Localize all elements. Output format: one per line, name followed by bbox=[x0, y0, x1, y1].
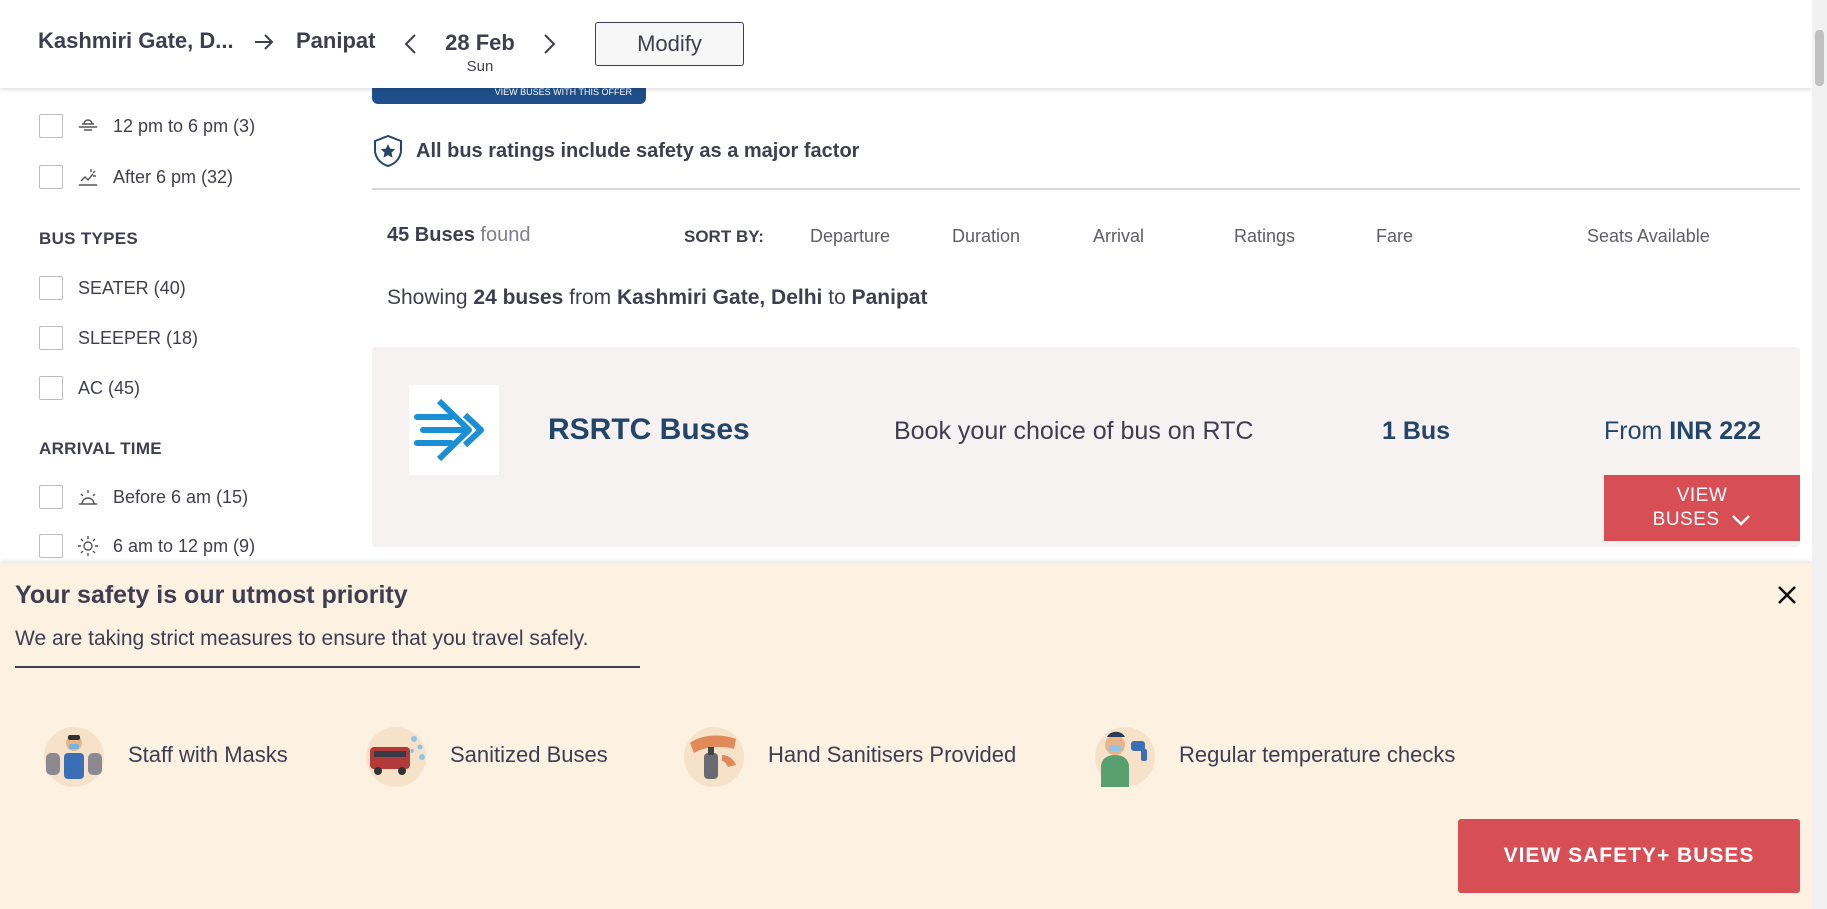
weekday-label: Sun bbox=[466, 58, 494, 75]
panel-underline bbox=[15, 666, 640, 668]
filter-arrival-6-12[interactable]: 6 am to 12 pm (9) bbox=[39, 533, 255, 559]
checkbox[interactable] bbox=[39, 114, 63, 138]
temperature-check-icon bbox=[1095, 727, 1155, 787]
from-word: From bbox=[1604, 417, 1663, 445]
page-scrollbar[interactable] bbox=[1812, 0, 1827, 909]
divider bbox=[372, 188, 1800, 190]
feature-label: Regular temperature checks bbox=[1179, 742, 1456, 767]
sort-fare[interactable]: Fare bbox=[1376, 226, 1413, 247]
view-safety-plus-buses-button[interactable]: VIEW SAFETY+ BUSES bbox=[1458, 819, 1800, 893]
feature-sanitized-buses: Sanitized Buses bbox=[364, 723, 608, 787]
showing-destination: Panipat bbox=[851, 286, 928, 309]
filter-arrival-before-6[interactable]: Before 6 am (15) bbox=[39, 484, 248, 510]
sort-seats-available[interactable]: Seats Available bbox=[1587, 226, 1710, 247]
filter-bus-type-ac[interactable]: AC (45) bbox=[39, 375, 140, 401]
filter-label: SLEEPER (18) bbox=[78, 327, 199, 348]
filter-departure-after-6[interactable]: After 6 pm (32) bbox=[39, 164, 233, 190]
showing-count: 24 buses bbox=[473, 286, 564, 309]
filter-label: AC (45) bbox=[78, 377, 141, 398]
sunrise-icon bbox=[79, 490, 97, 505]
sanitized-bus-icon bbox=[366, 727, 426, 787]
feature-hand-sanitisers: Hand Sanitisers Provided bbox=[682, 723, 1016, 787]
date-label: 28 Feb bbox=[445, 30, 515, 55]
sort-by-label: SORT BY: bbox=[684, 227, 764, 246]
showing-origin: Kashmiri Gate, Delhi bbox=[616, 286, 823, 309]
feature-label: Staff with Masks bbox=[128, 742, 288, 767]
safety-rating-note: All bus ratings include safety as a majo… bbox=[372, 134, 859, 168]
operator-name: RSRTC Buses bbox=[548, 413, 750, 446]
bus-types-heading: BUS TYPES bbox=[39, 229, 139, 248]
buses-found: 45 Buses found bbox=[387, 224, 530, 247]
hand-sanitiser-icon bbox=[684, 727, 744, 787]
chevron-down-icon bbox=[1732, 515, 1751, 526]
staff-mask-icon bbox=[44, 727, 104, 787]
arrow-right-icon bbox=[255, 34, 274, 50]
showing-from-word: from bbox=[569, 286, 612, 309]
scrollbar-thumb[interactable] bbox=[1815, 30, 1824, 86]
filter-label: After 6 pm (32) bbox=[113, 166, 234, 187]
safety-priority-panel: Your safety is our utmost priority We ar… bbox=[0, 563, 1812, 909]
destination-city[interactable]: Panipat bbox=[296, 28, 375, 54]
origin-city[interactable]: Kashmiri Gate, D... bbox=[38, 28, 234, 54]
shield-star-icon bbox=[374, 134, 402, 168]
operator-description: Book your choice of bus on RTC bbox=[894, 417, 1254, 445]
view-buses-line2: BUSES bbox=[1652, 509, 1720, 530]
sort-duration[interactable]: Duration bbox=[952, 226, 1020, 247]
filter-label: 12 pm to 6 pm (3) bbox=[113, 115, 256, 136]
filter-bus-type-seater[interactable]: SEATER (40) bbox=[39, 275, 186, 301]
chevron-right-icon[interactable] bbox=[540, 32, 558, 56]
view-buses-button[interactable]: VIEW BUSES bbox=[1604, 475, 1800, 541]
sort-bar: 45 Buses found SORT BY: Departure Durati… bbox=[387, 224, 1800, 250]
filter-bus-type-sleeper[interactable]: SLEEPER (18) bbox=[39, 325, 198, 351]
checkbox[interactable] bbox=[39, 485, 63, 509]
showing-summary: Showing 24 buses from Kashmiri Gate, Del… bbox=[387, 286, 927, 310]
checkbox[interactable] bbox=[39, 276, 63, 300]
sort-arrival[interactable]: Arrival bbox=[1093, 226, 1144, 247]
filter-label: Before 6 am (15) bbox=[113, 486, 249, 507]
view-buses-line1: VIEW bbox=[1676, 485, 1728, 506]
sun-icon bbox=[78, 536, 98, 556]
panel-title: Your safety is our utmost priority bbox=[15, 581, 408, 609]
sort-ratings[interactable]: Ratings bbox=[1234, 226, 1295, 247]
checkbox[interactable] bbox=[39, 534, 63, 558]
view-offer-buses-button[interactable]: VIEW BUSES WITH THIS OFFER bbox=[372, 86, 646, 104]
operator-bus-count: 1 Bus bbox=[1382, 417, 1451, 445]
travel-date[interactable]: 28 Feb Sun bbox=[438, 30, 522, 75]
modify-button[interactable]: Modify bbox=[595, 22, 744, 66]
sun-horizon-icon bbox=[79, 119, 97, 131]
operator-card-rsrtc[interactable]: RSRTC Buses Book your choice of bus on R… bbox=[372, 347, 1800, 547]
rsrtc-logo-icon bbox=[409, 385, 499, 475]
filter-label: SEATER (40) bbox=[78, 277, 186, 298]
filter-departure-12-6[interactable]: 12 pm to 6 pm (3) bbox=[39, 113, 255, 139]
showing-to-word: to bbox=[828, 286, 846, 309]
showing-prefix: Showing bbox=[387, 286, 468, 309]
price-value: INR 222 bbox=[1669, 417, 1761, 445]
found-word: found bbox=[480, 224, 531, 246]
feature-staff-masks: Staff with Masks bbox=[42, 723, 288, 787]
sunset-icon bbox=[79, 169, 97, 186]
panel-subtitle: We are taking strict measures to ensure … bbox=[15, 627, 589, 650]
checkbox[interactable] bbox=[39, 376, 63, 400]
checkbox[interactable] bbox=[39, 326, 63, 350]
chevron-left-icon[interactable] bbox=[402, 32, 420, 56]
buses-count: 45 Buses bbox=[387, 224, 475, 246]
close-icon[interactable] bbox=[1775, 583, 1799, 607]
checkbox[interactable] bbox=[39, 165, 63, 189]
feature-label: Hand Sanitisers Provided bbox=[768, 742, 1017, 767]
arrival-time-heading: ARRIVAL TIME bbox=[39, 439, 162, 458]
filter-label: 6 am to 12 pm (9) bbox=[113, 535, 256, 556]
sort-departure[interactable]: Departure bbox=[810, 226, 890, 247]
search-summary-bar: Kashmiri Gate, D... Panipat 28 Feb Sun M… bbox=[0, 0, 1812, 88]
operator-price: From INR 222 bbox=[1604, 417, 1761, 446]
feature-temperature-checks: Regular temperature checks bbox=[1093, 723, 1455, 787]
feature-label: Sanitized Buses bbox=[450, 742, 608, 767]
safety-note-text: All bus ratings include safety as a majo… bbox=[416, 139, 860, 162]
